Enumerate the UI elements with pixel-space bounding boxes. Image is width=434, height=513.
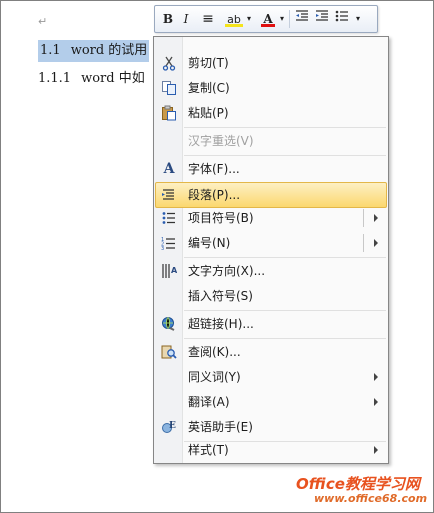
paragraph-mark: ↵ <box>38 15 48 28</box>
menu-label: 项目符号(B) <box>188 211 254 225</box>
menu-item-english-assistant[interactable]: E 英语助手(E) <box>156 415 386 439</box>
menu-label: 剪切(T) <box>188 56 229 70</box>
submenu-arrow-icon[interactable] <box>374 214 378 222</box>
english-assistant-icon: E <box>161 419 177 435</box>
heading-2-text: word 中如 <box>81 71 145 86</box>
copy-icon <box>161 80 177 96</box>
increase-indent-icon <box>316 10 328 21</box>
submenu-divider <box>363 234 364 252</box>
menu-item-text-direction[interactable]: A 文字方向(X)... <box>156 259 386 283</box>
menu-separator <box>184 155 386 156</box>
menu-separator <box>184 127 386 128</box>
menu-item-paragraph[interactable]: 段落(P)... <box>155 182 387 208</box>
submenu-divider <box>363 209 364 227</box>
menu-label: 字体(F)... <box>188 162 240 176</box>
menu-item-insert-symbol[interactable]: 插入符号(S) <box>156 284 386 308</box>
svg-text:3: 3 <box>161 246 164 251</box>
svg-text:E: E <box>169 421 176 431</box>
align-center-button[interactable]: ≡ <box>199 9 217 29</box>
bullets-dropdown-icon[interactable]: ▾ <box>353 9 363 29</box>
numbering-icon: 123 <box>161 235 177 251</box>
menu-item-paste[interactable]: 粘贴(P) <box>156 101 386 125</box>
highlight-dropdown-icon[interactable]: ▾ <box>245 9 253 29</box>
menu-item-research[interactable]: 查阅(K)... <box>156 340 386 364</box>
text-direction-icon: A <box>161 263 177 279</box>
menu-label: 编号(N) <box>188 236 231 250</box>
increase-indent-button[interactable] <box>313 9 331 29</box>
menu-item-reconvert[interactable]: 汉字重选(V) <box>156 129 386 153</box>
menu-label: 查阅(K)... <box>188 345 241 359</box>
hyperlink-icon <box>161 316 177 332</box>
heading-1-number: 1.1 <box>40 43 61 58</box>
font-color-swatch <box>261 24 275 27</box>
menu-label: 超链接(H)... <box>188 317 254 331</box>
menu-label: 翻译(A) <box>188 395 230 409</box>
menu-item-synonyms[interactable]: 同义词(Y) <box>156 365 386 389</box>
research-icon <box>161 344 177 360</box>
svg-text:A: A <box>171 266 177 275</box>
menu-separator <box>184 257 386 258</box>
menu-label: 英语助手(E) <box>188 420 253 434</box>
bullets-icon <box>161 210 177 226</box>
heading-1-text: word 的试用 <box>70 43 148 58</box>
italic-button[interactable]: I <box>178 9 194 29</box>
paragraph-icon <box>161 187 177 203</box>
site-watermark: Office教程学习网 www.office68.com <box>296 473 428 509</box>
font-icon: A <box>163 161 175 177</box>
highlight-button[interactable]: ab <box>223 9 245 29</box>
decrease-indent-icon <box>296 10 308 21</box>
menu-separator <box>184 338 386 339</box>
heading-2[interactable]: 1.1.1 word 中如 <box>38 68 145 90</box>
menu-item-cut[interactable]: 剪切(T) <box>156 51 386 75</box>
menu-label: 汉字重选(V) <box>188 134 254 148</box>
watermark-title: Office教程学习网 <box>296 475 420 493</box>
menu-item-font[interactable]: A 字体(F)... <box>156 157 386 181</box>
submenu-arrow-icon[interactable] <box>374 239 378 247</box>
heading-2-number: 1.1.1 <box>38 71 72 86</box>
menu-label: 样式(T) <box>188 443 229 457</box>
menu-label: 粘贴(P) <box>188 106 229 120</box>
scissors-icon <box>161 55 177 71</box>
menu-label: 段落(P)... <box>188 188 241 202</box>
bold-button[interactable]: B <box>159 9 177 29</box>
font-color-dropdown-icon[interactable]: ▾ <box>278 9 286 29</box>
menu-label: 复制(C) <box>188 81 230 95</box>
paste-icon <box>161 105 177 121</box>
submenu-arrow-icon <box>374 373 378 381</box>
menu-label: 插入符号(S) <box>188 289 253 303</box>
highlight-color-swatch <box>225 24 243 27</box>
menu-item-numbering[interactable]: 123 编号(N) <box>156 231 386 255</box>
mini-toolbar: B I ≡ ab ▾ A ▾ ▾ <box>154 5 378 33</box>
menu-item-translate[interactable]: 翻译(A) <box>156 390 386 414</box>
menu-item-copy[interactable]: 复制(C) <box>156 76 386 100</box>
menu-item-styles[interactable]: 样式(T) <box>156 438 386 462</box>
watermark-url: www.office68.com <box>314 492 428 505</box>
font-color-button[interactable]: A <box>259 9 277 29</box>
submenu-arrow-icon <box>374 446 378 454</box>
context-menu: 剪切(T) 复制(C) 粘贴(P) 汉字重选(V) A 字体(F)... 段落(… <box>153 36 389 464</box>
menu-label: 同义词(Y) <box>188 370 241 384</box>
menu-item-hyperlink[interactable]: 超链接(H)... <box>156 312 386 336</box>
bullets-icon <box>335 10 348 22</box>
menu-separator <box>184 310 386 311</box>
heading-1-selected[interactable]: 1.1 word 的试用 <box>38 40 150 62</box>
menu-item-bullets[interactable]: 项目符号(B) <box>156 206 386 230</box>
menu-label: 文字方向(X)... <box>188 264 266 278</box>
toolbar-separator <box>289 10 290 28</box>
bullets-button[interactable] <box>333 9 351 29</box>
submenu-arrow-icon <box>374 398 378 406</box>
decrease-indent-button[interactable] <box>293 9 311 29</box>
